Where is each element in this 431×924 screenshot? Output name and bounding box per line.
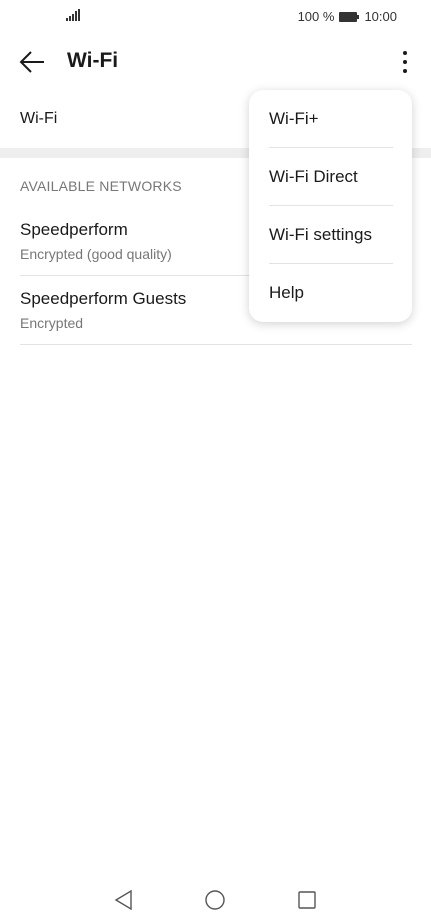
network-status: Encrypted (good quality): [20, 246, 172, 262]
network-name: Speedperform: [20, 220, 128, 239]
menu-item-label: Wi-Fi Direct: [269, 167, 358, 186]
nav-recents-icon[interactable]: [295, 888, 319, 912]
menu-item-label: Help: [269, 283, 304, 302]
page-title: Wi-Fi: [67, 49, 119, 72]
battery-icon: [339, 11, 360, 22]
menu-item-wifi-settings[interactable]: Wi-Fi settings: [249, 206, 412, 264]
back-arrow-icon[interactable]: [18, 48, 46, 76]
navigation-bar: [0, 880, 431, 920]
battery-percent: 100 %: [297, 9, 335, 24]
menu-item-wifi-plus[interactable]: Wi-Fi+: [249, 90, 412, 148]
menu-item-wifi-direct[interactable]: Wi-Fi Direct: [249, 148, 412, 206]
status-bar: 100 % 10:00: [0, 0, 431, 34]
network-name: Speedperform Guests: [20, 289, 187, 308]
more-vert-icon[interactable]: [393, 47, 417, 77]
overflow-menu: Wi-Fi+ Wi-Fi Direct Wi-Fi settings Help: [249, 90, 412, 322]
wifi-toggle-label: Wi-Fi: [20, 110, 58, 127]
network-status: Encrypted: [20, 315, 84, 331]
app-bar: Wi-Fi: [0, 38, 431, 86]
status-right: 100 % 10:00: [298, 9, 397, 24]
available-networks-header: AVAILABLE NETWORKS: [20, 178, 182, 194]
clock: 10:00: [364, 9, 397, 24]
menu-item-label: Wi-Fi settings: [269, 225, 372, 244]
nav-back-icon[interactable]: [112, 888, 136, 912]
menu-item-label: Wi-Fi+: [269, 109, 319, 128]
signal-icon: [66, 9, 80, 21]
nav-home-icon[interactable]: [203, 888, 227, 912]
menu-item-help[interactable]: Help: [249, 264, 412, 322]
